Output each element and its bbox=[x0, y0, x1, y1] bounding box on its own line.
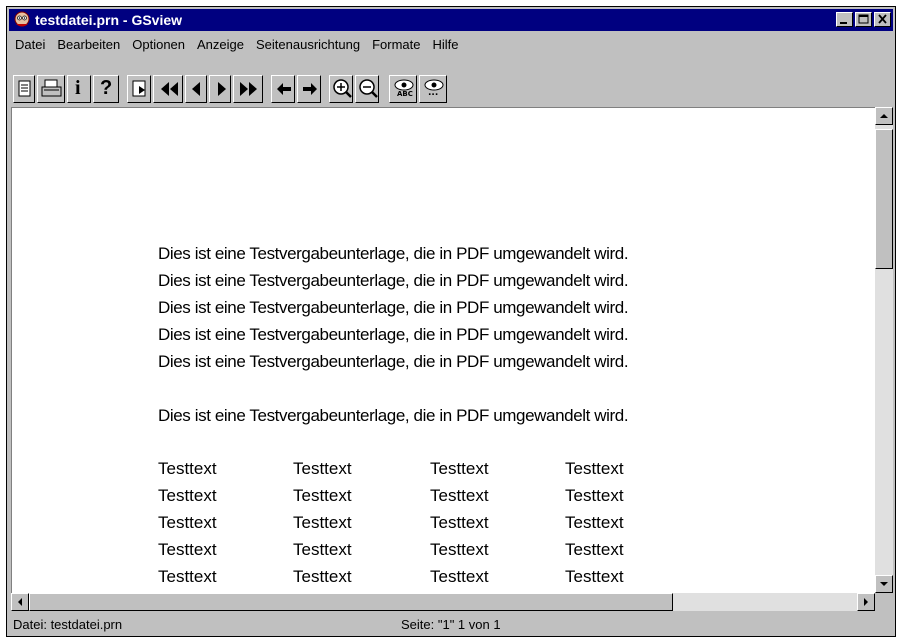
menu-formate[interactable]: Formate bbox=[366, 37, 426, 52]
open-button[interactable] bbox=[13, 75, 35, 103]
vertical-scroll-thumb[interactable] bbox=[875, 129, 893, 269]
menu-anzeige[interactable]: Anzeige bbox=[191, 37, 250, 52]
scroll-corner bbox=[875, 593, 893, 611]
back-icon bbox=[277, 83, 291, 95]
title-bar[interactable]: testdatei.prn - GSview bbox=[9, 9, 893, 31]
first-page-button[interactable] bbox=[153, 75, 183, 103]
table-cell: Testtext bbox=[293, 513, 352, 532]
window-controls bbox=[836, 12, 891, 27]
table-cell: Testtext bbox=[293, 540, 352, 559]
gsview-ghost-icon bbox=[14, 11, 30, 27]
zoom-in-icon bbox=[333, 79, 352, 98]
menu-bearbeiten[interactable]: Bearbeiten bbox=[51, 37, 126, 52]
document-line: Dies ist eine Testvergabeunterlage, die … bbox=[158, 325, 629, 344]
goto-page-button[interactable] bbox=[127, 75, 151, 103]
status-page: Seite: "1" 1 von 1 bbox=[401, 617, 501, 632]
first-page-icon bbox=[161, 82, 178, 96]
table-cell: Testtext bbox=[293, 567, 352, 586]
table-cell: Testtext bbox=[158, 486, 217, 505]
zoom-out-button[interactable] bbox=[355, 75, 379, 103]
find-text-button[interactable]: ABC bbox=[389, 75, 417, 103]
scroll-left-icon bbox=[18, 598, 22, 606]
last-page-icon bbox=[240, 82, 257, 96]
status-file: Datei: testdatei.prn bbox=[13, 617, 123, 632]
find-next-caption: ... bbox=[428, 88, 439, 98]
document-line: Dies ist eine Testvergabeunterlage, die … bbox=[158, 298, 629, 317]
table-cell: Testtext bbox=[158, 513, 217, 532]
previous-page-icon bbox=[192, 82, 200, 96]
forward-button[interactable] bbox=[297, 75, 321, 103]
gsview-window: testdatei.prn - GSview Datei Bearbeiten … bbox=[6, 6, 896, 637]
document-line: Dies ist eine Testvergabeunterlage, die … bbox=[158, 406, 629, 425]
status-bar: Datei: testdatei.prn Seite: "1" 1 von 1 bbox=[9, 613, 893, 635]
table-cell: Testtext bbox=[430, 540, 489, 559]
menu-bar: Datei Bearbeiten Optionen Anzeige Seiten… bbox=[9, 33, 893, 55]
maximize-button[interactable] bbox=[855, 12, 872, 27]
menu-optionen[interactable]: Optionen bbox=[126, 37, 191, 52]
menu-hilfe[interactable]: Hilfe bbox=[426, 37, 464, 52]
goto-page-icon bbox=[132, 80, 146, 97]
table-cell: Testtext bbox=[293, 459, 352, 478]
zoom-in-button[interactable] bbox=[329, 75, 353, 103]
horizontal-scroll-thumb[interactable] bbox=[29, 593, 673, 611]
scroll-right-button[interactable] bbox=[857, 593, 875, 611]
back-button[interactable] bbox=[271, 75, 295, 103]
table-cell: Testtext bbox=[158, 459, 217, 478]
close-button[interactable] bbox=[874, 12, 891, 27]
zoom-out-icon bbox=[359, 79, 378, 98]
table-cell: Testtext bbox=[430, 567, 489, 586]
table-cell: Testtext bbox=[158, 540, 217, 559]
horizontal-scrollbar[interactable] bbox=[11, 593, 875, 611]
document-view[interactable]: Dies ist eine Testvergabeunterlage, die … bbox=[11, 107, 875, 593]
document-line: Dies ist eine Testvergabeunterlage, die … bbox=[158, 244, 629, 263]
next-page-icon bbox=[218, 82, 226, 96]
help-icon: ? bbox=[100, 77, 113, 99]
print-icon bbox=[41, 79, 62, 97]
last-page-button[interactable] bbox=[233, 75, 263, 103]
minimize-icon bbox=[840, 22, 847, 24]
minimize-button[interactable] bbox=[836, 12, 853, 27]
open-file-icon bbox=[18, 80, 31, 97]
scroll-left-button[interactable] bbox=[11, 593, 29, 611]
table-cell: Testtext bbox=[565, 540, 624, 559]
table-cell: Testtext bbox=[565, 459, 624, 478]
close-icon bbox=[878, 14, 887, 24]
find-next-button[interactable]: ... bbox=[419, 75, 447, 103]
scroll-up-icon bbox=[880, 114, 888, 118]
table-cell: Testtext bbox=[430, 513, 489, 532]
menu-seitenausrichtung[interactable]: Seitenausrichtung bbox=[250, 37, 366, 52]
scroll-up-button[interactable] bbox=[875, 107, 893, 125]
table-cell: Testtext bbox=[293, 486, 352, 505]
document-line: Dies ist eine Testvergabeunterlage, die … bbox=[158, 271, 629, 290]
table-cell: Testtext bbox=[430, 486, 489, 505]
find-text-caption: ABC bbox=[397, 90, 413, 98]
info-button[interactable]: i bbox=[67, 75, 91, 103]
vertical-scrollbar[interactable] bbox=[875, 107, 893, 593]
find-text-icon bbox=[394, 79, 414, 91]
scroll-down-button[interactable] bbox=[875, 575, 893, 593]
document-line: Dies ist eine Testvergabeunterlage, die … bbox=[158, 352, 629, 371]
table-cell: Testtext bbox=[565, 567, 624, 586]
next-page-button[interactable] bbox=[209, 75, 231, 103]
table-cell: Testtext bbox=[565, 513, 624, 532]
table-cell: Testtext bbox=[430, 459, 489, 478]
maximize-icon bbox=[858, 14, 869, 24]
help-button[interactable]: ? bbox=[93, 75, 119, 103]
menu-datei[interactable]: Datei bbox=[9, 37, 51, 52]
table-cell: Testtext bbox=[158, 567, 217, 586]
previous-page-button[interactable] bbox=[185, 75, 207, 103]
forward-icon bbox=[303, 83, 317, 95]
info-icon: i bbox=[75, 77, 81, 99]
table-cell: Testtext bbox=[565, 486, 624, 505]
scroll-right-icon bbox=[864, 598, 868, 606]
toolbar: i ? ABC ... bbox=[9, 57, 893, 107]
window-title: testdatei.prn - GSview bbox=[35, 12, 183, 28]
print-button[interactable] bbox=[37, 75, 65, 103]
scroll-down-icon bbox=[880, 582, 888, 586]
